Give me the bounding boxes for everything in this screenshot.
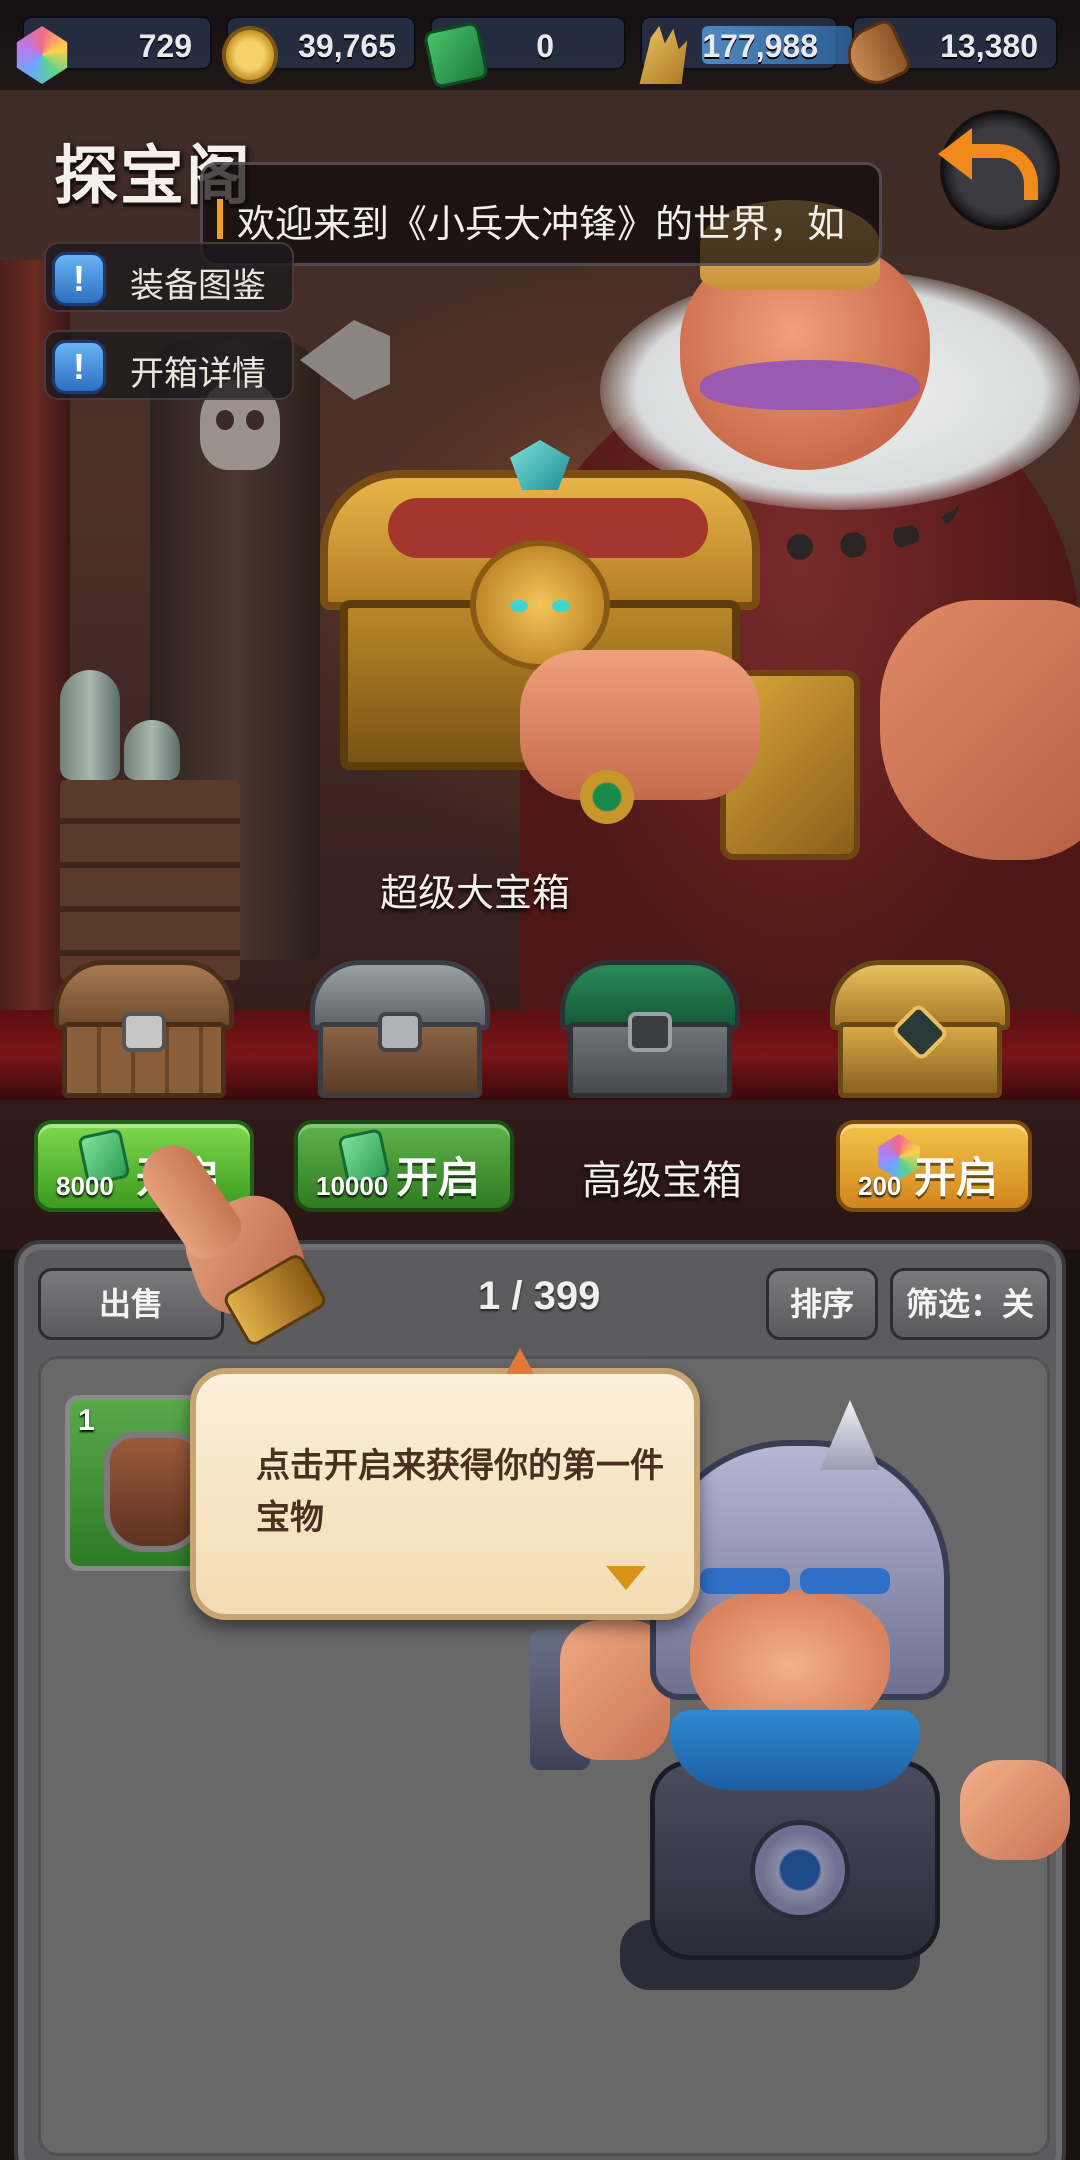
gold-counter: 39,765 <box>222 16 416 84</box>
marquee-accent <box>217 199 223 239</box>
filter-button[interactable]: 筛选：关 <box>890 1268 1050 1340</box>
info-icon: ! <box>52 252 106 306</box>
wheat-count: 177,988 <box>702 28 818 64</box>
stone-chest-icon[interactable] <box>310 960 490 1100</box>
gold-coin-icon <box>222 26 278 84</box>
emerald-ring-icon <box>580 770 634 824</box>
advanced-chest-label: 高级宝箱 <box>582 1159 742 1203</box>
marquee-text: 欢迎来到《小兵大冲锋》的世界，如 <box>237 204 846 246</box>
wheat-counter: 177,988 <box>639 16 852 84</box>
resource-bar: 729 39,765 0 177,988 13,380 <box>0 0 1080 94</box>
merchant-hand <box>520 650 760 800</box>
inventory-count: 1 / 399 <box>478 1274 601 1318</box>
announcement-marquee: 欢迎来到《小兵大冲锋》的世界，如 <box>200 162 882 266</box>
green-ticket-icon <box>422 20 490 90</box>
gem-icon <box>16 26 68 84</box>
open-label: 开启 <box>913 1154 998 1201</box>
back-arrow-icon <box>938 128 1038 200</box>
gem-count: 729 <box>138 28 192 64</box>
gem-counter: 729 <box>16 16 212 84</box>
gold-count: 39,765 <box>298 28 396 64</box>
info-icon: ! <box>52 340 106 394</box>
golden-chest-icon[interactable] <box>830 960 1010 1100</box>
wooden-chest-icon[interactable] <box>54 960 234 1100</box>
golden-chest-cost: 200 <box>858 1171 902 1201</box>
tutorial-pointer-hand-icon <box>131 1133 340 1349</box>
ticket-count: 0 <box>536 28 554 64</box>
tutorial-text: 点击开启来获得你的第一件宝物 <box>256 1447 664 1537</box>
bubble-tail <box>506 1348 534 1374</box>
open-details-label: 开箱详情 <box>130 355 266 393</box>
item-level: 1 <box>78 1404 95 1437</box>
open-golden-chest-button[interactable]: 200 开启 <box>836 1120 1032 1212</box>
armor-icon <box>104 1432 204 1552</box>
wood-counter: 13,380 <box>838 16 1058 94</box>
tutorial-speech-bubble[interactable]: 点击开启来获得你的第一件宝物 <box>190 1348 700 1620</box>
equipment-catalog-label: 装备图鉴 <box>130 267 266 305</box>
wooden-chest-cost: 8000 <box>56 1171 114 1201</box>
equipment-catalog-button[interactable]: ! 装备图鉴 <box>44 242 294 312</box>
open-label: 开启 <box>395 1154 480 1201</box>
vases-decoration <box>60 670 190 780</box>
ticket-counter: 0 <box>422 16 626 90</box>
continue-arrow-icon <box>606 1566 646 1590</box>
wheat-icon <box>639 26 688 84</box>
sort-button[interactable]: 排序 <box>766 1268 878 1340</box>
back-button[interactable] <box>938 110 1060 230</box>
open-details-button[interactable]: ! 开箱详情 <box>44 330 294 400</box>
merchant-mustache <box>700 360 920 410</box>
featured-chest-name: 超级大宝箱 <box>380 873 571 915</box>
crates-decoration <box>60 780 240 980</box>
advanced-chest-icon[interactable] <box>560 960 740 1100</box>
wood-count: 13,380 <box>940 28 1038 64</box>
